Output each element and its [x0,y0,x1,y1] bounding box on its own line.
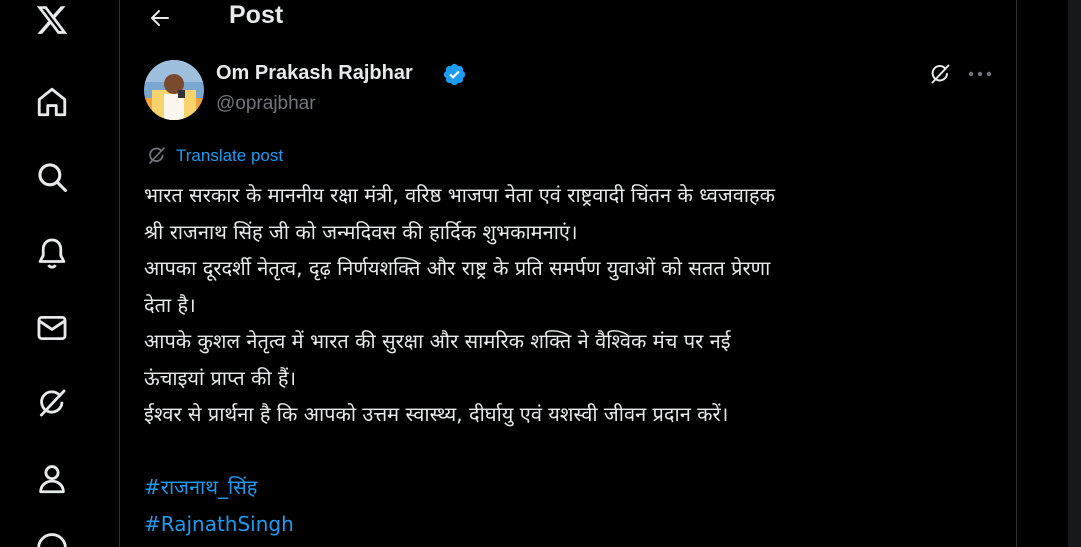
translate-post-label: Translate post [176,145,284,165]
notifications-bell-icon[interactable] [26,227,78,279]
post-line: आपके कुशल नेतृत्व में भारत की सुरक्षा और… [144,329,731,353]
profile-person-icon[interactable] [26,453,78,505]
post-line: श्री राजनाथ सिंह जी को जन्मदिवस की हार्द… [144,219,578,244]
back-button[interactable] [140,0,180,36]
hashtag-link[interactable]: #राजनाथ_सिंह [144,469,1014,506]
verified-badge-icon [443,63,466,86]
grok-explain-button[interactable] [926,60,954,88]
left-navigation [0,0,104,547]
author-name[interactable]: Om Prakash Rajbhar [216,62,413,85]
post-line: देता है। [144,292,196,317]
arrow-left-icon [151,10,169,26]
more-circle-icon[interactable] [26,522,78,547]
home-icon[interactable] [26,76,78,128]
grok-icon[interactable] [26,377,78,429]
post-line: ऊंचाइयां प्राप्त की हैं। [144,365,297,390]
grok-icon [931,64,950,84]
column-divider-right [1016,0,1017,547]
column-divider-left [119,0,120,547]
author-handle[interactable]: @oprajbhar [216,93,316,115]
hashtag-link[interactable]: #RajnathSingh [144,506,1014,543]
post-line: आपका दूरदर्शी नेतृत्व, दृढ़ निर्णयशक्ति … [144,256,771,280]
post-line: ईश्वर से प्रार्थना है कि आपको उत्तम स्वा… [144,402,729,426]
translate-post-link[interactable]: Translate post [146,145,283,166]
avatar[interactable] [144,60,204,120]
app-root: Post Om Prakash Rajbhar @oprajbhar Trans… [0,0,1081,547]
post-text: भारत सरकार के माननीय रक्षा मंत्री, वरिष्… [144,177,1014,542]
grok-icon [149,147,165,164]
messages-envelope-icon[interactable] [26,302,78,354]
more-options-button[interactable] [964,60,996,88]
post-line: भारत सरकार के माननीय रक्षा मंत्री, वरिष्… [144,183,775,207]
search-icon[interactable] [26,151,78,203]
x-logo-icon[interactable] [26,0,78,46]
ellipsis-icon [968,71,992,77]
right-sidebar-edge [1068,0,1081,547]
page-title: Post [229,1,284,29]
